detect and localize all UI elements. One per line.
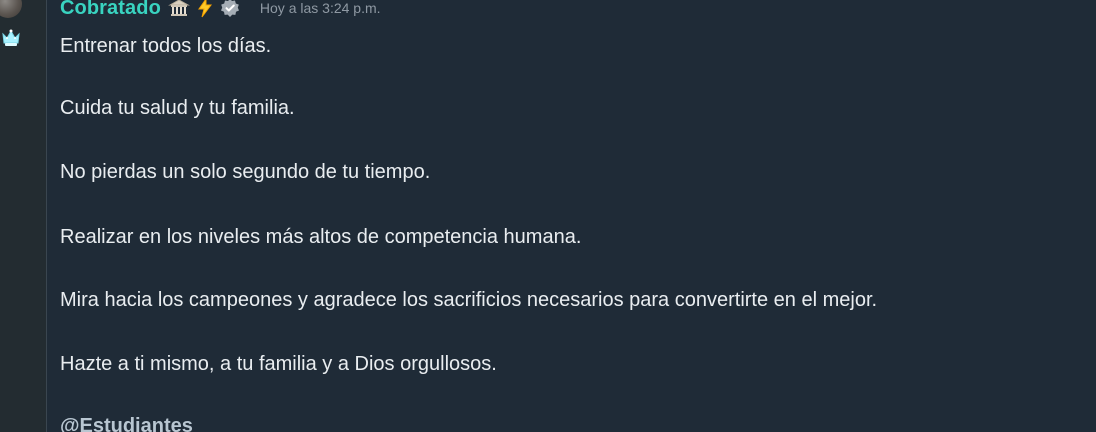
user-avatar[interactable] (0, 0, 22, 18)
message-line-4: Realizar en los niveles más altos de com… (60, 226, 582, 248)
message-timestamp: Hoy a las 3:24 p.m. (259, 0, 381, 16)
message-line-6: Hazte a ti mismo, a tu familia y a Dios … (60, 353, 497, 375)
message-line-1: Entrenar todos los días. (60, 35, 272, 57)
verified-badge-icon (220, 0, 240, 19)
author-name[interactable]: Cobratado (60, 0, 161, 20)
message-header: Cobratado Hoy a las 3:24 p.m. (60, 0, 381, 23)
rail-divider (46, 0, 47, 432)
crown-icon (2, 29, 20, 46)
message-line-3: No pierdas un solo segundo de tu tiempo. (60, 161, 431, 183)
message-line-2: Cuida tu salud y tu familia. (60, 97, 295, 119)
chat-view: Cobratado Hoy a las 3:24 p.m. Entrenar t… (0, 0, 1096, 432)
left-rail (0, 0, 46, 432)
bank-icon (167, 0, 190, 19)
message-line-5: Mira hacia los campeones y agradece los … (60, 289, 878, 311)
mention-link[interactable]: @Estudiantes (60, 414, 193, 432)
lightning-icon (197, 0, 213, 19)
